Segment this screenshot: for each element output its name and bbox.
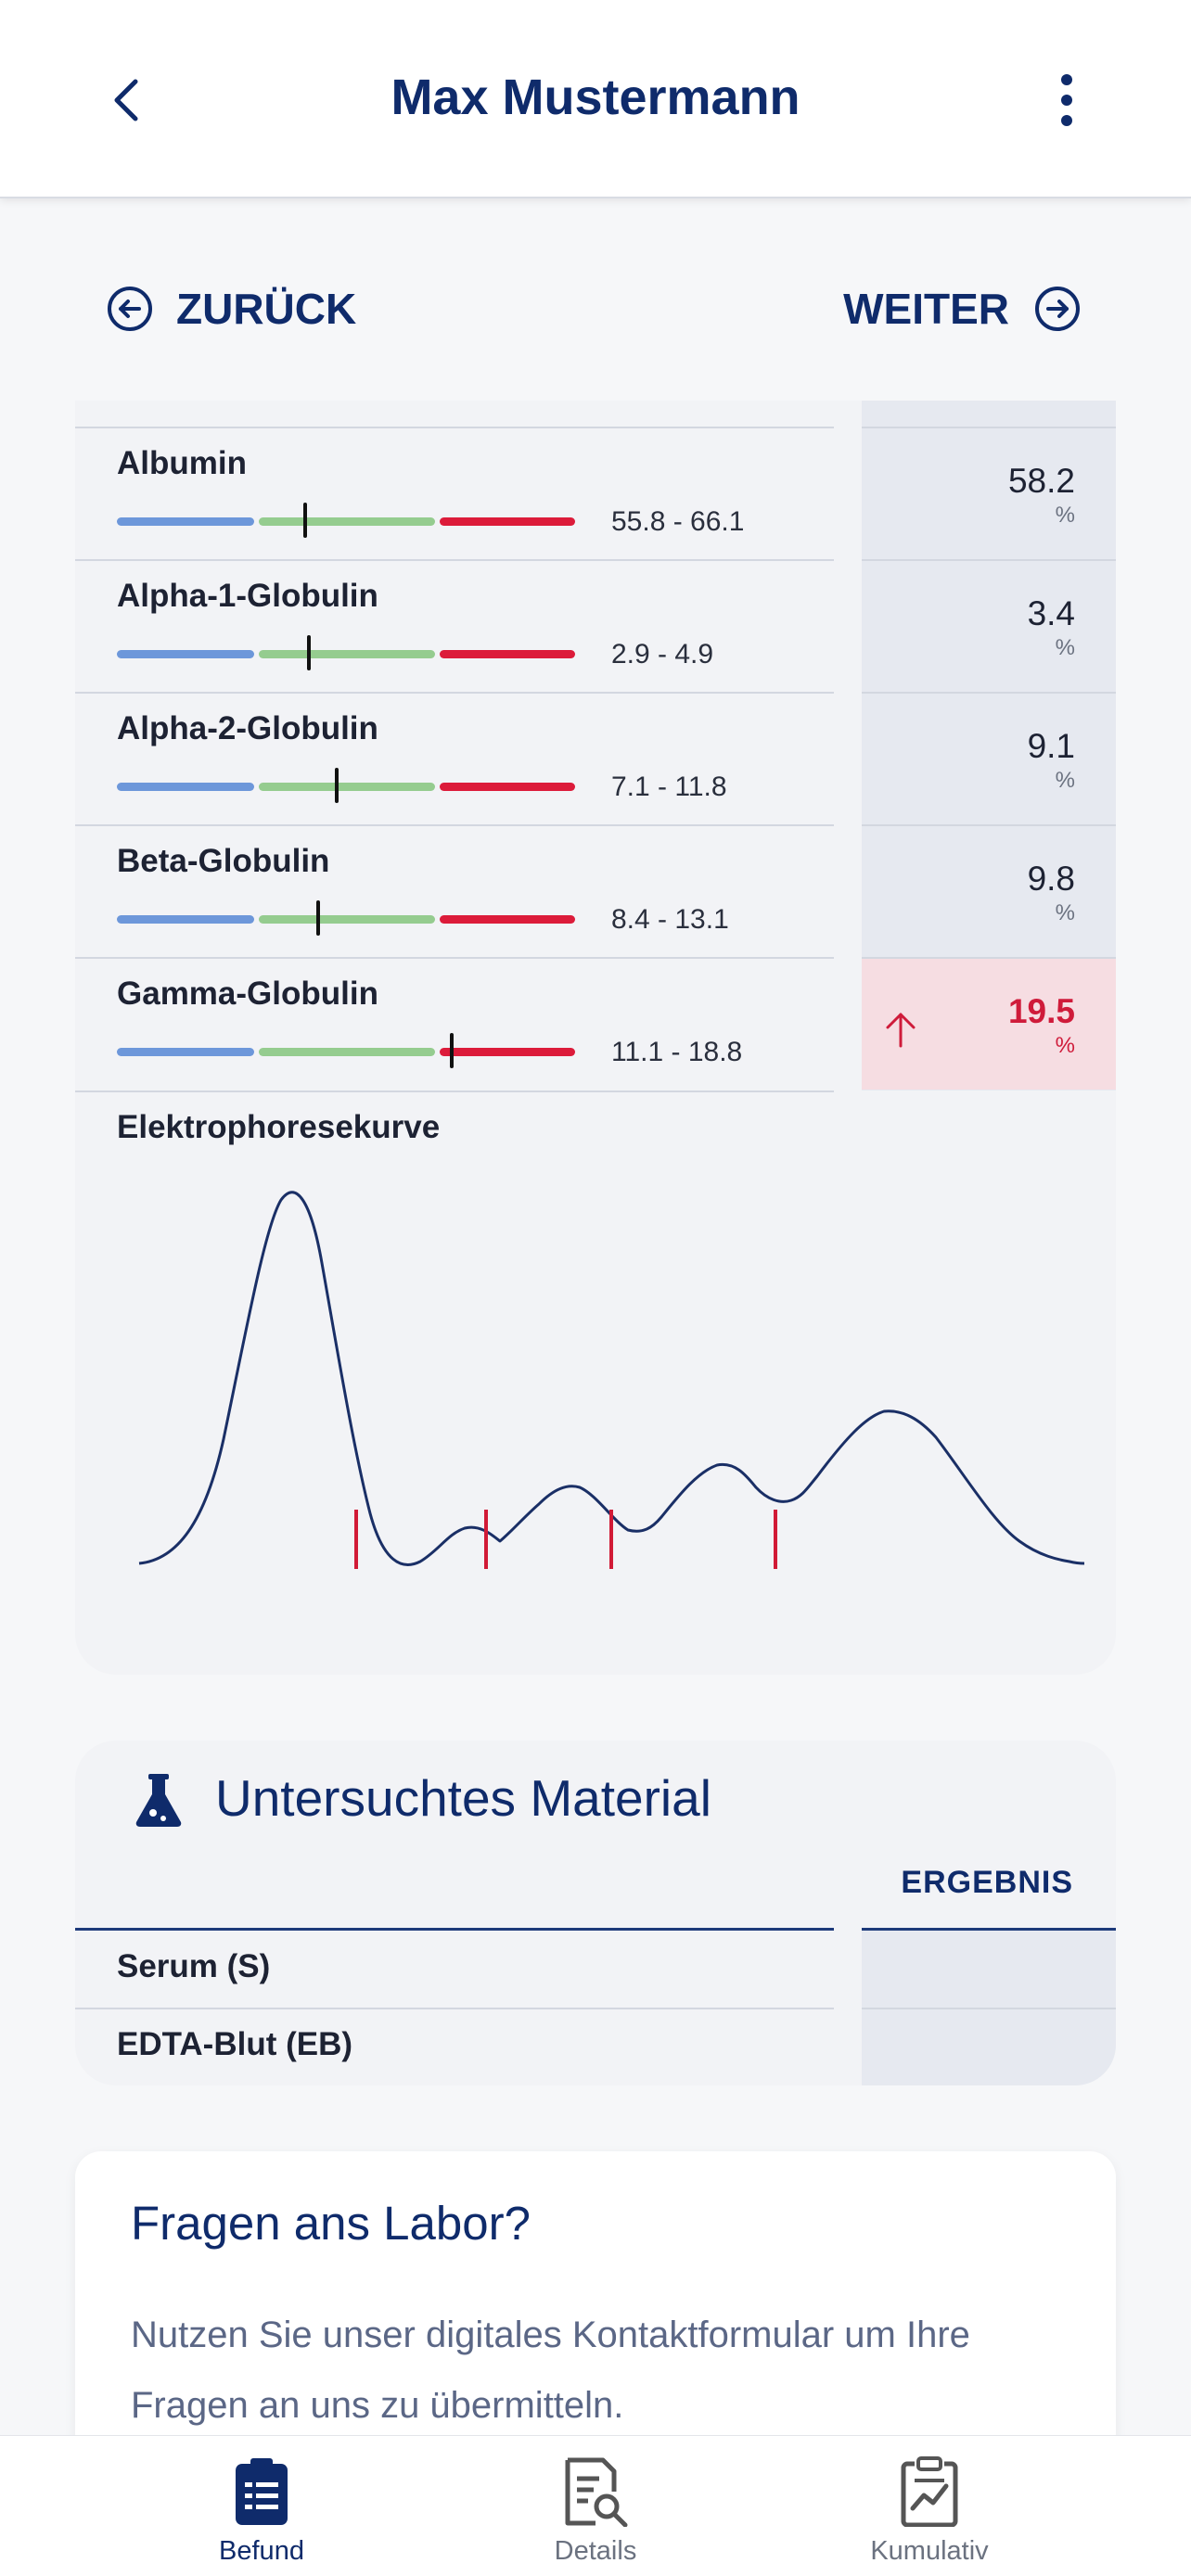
curve-label: Elektrophoresekurve (117, 1109, 441, 1145)
value-marker (307, 635, 312, 670)
value-marker (316, 900, 321, 936)
result-unit: % (1055, 768, 1075, 793)
material-row-edta: EDTA-Blut (EB) (117, 2026, 353, 2062)
result-name: Alpha-2-Globulin (117, 710, 378, 746)
range-bar-low (117, 1048, 254, 1056)
result-name: Beta-Globulin (117, 843, 330, 879)
value-marker (302, 503, 307, 538)
page-title: Max Mustermann (391, 70, 800, 125)
result-column-header: ERGEBNIS (901, 1865, 1073, 1900)
tab-details[interactable]: Details (475, 2456, 716, 2567)
value-marker (449, 1033, 454, 1068)
flask-icon (135, 1774, 182, 1827)
result-value: 9.1 (1027, 727, 1075, 765)
more-vertical-icon[interactable] (1048, 72, 1085, 128)
range-bar-low (117, 650, 254, 658)
arrow-left-circle-icon (108, 287, 152, 331)
value-marker (335, 768, 339, 803)
tab-befund[interactable]: Befund (141, 2456, 382, 2567)
reference-range: 7.1 - 11.8 (611, 772, 727, 802)
arrow-right-circle-icon (1035, 287, 1080, 331)
result-name: Alpha-1-Globulin (117, 578, 378, 614)
tab-kumulativ[interactable]: Kumulativ (809, 2456, 1050, 2567)
reference-range: 8.4 - 13.1 (611, 904, 729, 935)
tab-label: Kumulativ (870, 2536, 989, 2566)
material-card: Untersuchtes Material ERGEBNIS Serum (S)… (75, 1741, 1116, 2085)
range-bar-normal (259, 517, 435, 526)
arrow-up-icon (886, 1013, 916, 1048)
range-bar-low (117, 915, 254, 924)
result-value: 3.4 (1027, 594, 1075, 632)
result-unit: % (1055, 900, 1075, 925)
tab-label: Details (554, 2536, 637, 2566)
document-search-icon (565, 2457, 628, 2527)
results-card: Albumin 55.8 - 66.1 58.2 % Alpha-1-Globu… (75, 401, 1116, 1675)
result-value: 58.2 (1007, 462, 1075, 500)
result-unit: % (1055, 635, 1075, 660)
tab-label: Befund (219, 2536, 304, 2566)
range-bar-high (440, 650, 575, 658)
reference-range: 55.8 - 66.1 (611, 506, 745, 537)
result-row-alpha-1-globulin[interactable]: Alpha-1-Globulin 2.9 - 4.9 3.4 % (75, 559, 1116, 692)
material-title: Untersuchtes Material (215, 1769, 711, 1827)
result-value: 19.5 (1007, 992, 1075, 1030)
result-row-gamma-globulin[interactable]: Gamma-Globulin 11.1 - 18.8 19.5 % (75, 957, 1116, 1090)
result-value: 9.8 (1027, 860, 1075, 898)
result-row-beta-globulin[interactable]: Beta-Globulin 8.4 - 13.1 9.8 % (75, 824, 1116, 957)
result-row-alpha-2-globulin[interactable]: Alpha-2-Globulin 7.1 - 11.8 9.1 % (75, 692, 1116, 824)
reference-range: 11.1 - 18.8 (611, 1037, 743, 1067)
result-unit: % (1055, 1033, 1075, 1058)
curve-line (138, 1191, 1085, 1566)
result-name: Gamma-Globulin (117, 976, 378, 1012)
app-bar: Max Mustermann (0, 0, 1191, 198)
clipboard-chart-icon (901, 2456, 958, 2527)
range-bar-low (117, 517, 254, 526)
result-navigation: ZURÜCK WEITER (0, 269, 1191, 352)
range-bar-normal (259, 1048, 435, 1056)
electrophoresis-curve (138, 1191, 1085, 1569)
next-label: WEITER (843, 285, 1009, 333)
back-button[interactable]: ZURÜCK (106, 284, 356, 334)
back-label: ZURÜCK (176, 285, 357, 333)
range-bar-high (440, 517, 575, 526)
result-row-albumin[interactable]: Albumin 55.8 - 66.1 58.2 % (75, 427, 1116, 559)
range-bar-high (440, 783, 575, 791)
range-bar-normal (259, 915, 435, 924)
contact-title: Fragen ans Labor? (131, 2197, 531, 2250)
bottom-tab-bar: Befund Details Kumulativ (0, 2435, 1191, 2576)
next-button[interactable]: WEITER (843, 284, 1082, 334)
contact-body: Nutzen Sie unser digitales Kontaktformul… (131, 2315, 970, 2426)
result-name: Albumin (117, 445, 247, 481)
result-unit: % (1055, 503, 1075, 528)
range-bar-normal (259, 650, 435, 658)
range-bar-normal (259, 783, 435, 791)
report-icon (236, 2458, 288, 2525)
reference-range: 2.9 - 4.9 (611, 639, 714, 670)
range-bar-high (440, 1048, 575, 1056)
range-bar-low (117, 783, 254, 791)
material-row-serum: Serum (S) (117, 1948, 271, 1984)
range-bar-high (440, 915, 575, 924)
